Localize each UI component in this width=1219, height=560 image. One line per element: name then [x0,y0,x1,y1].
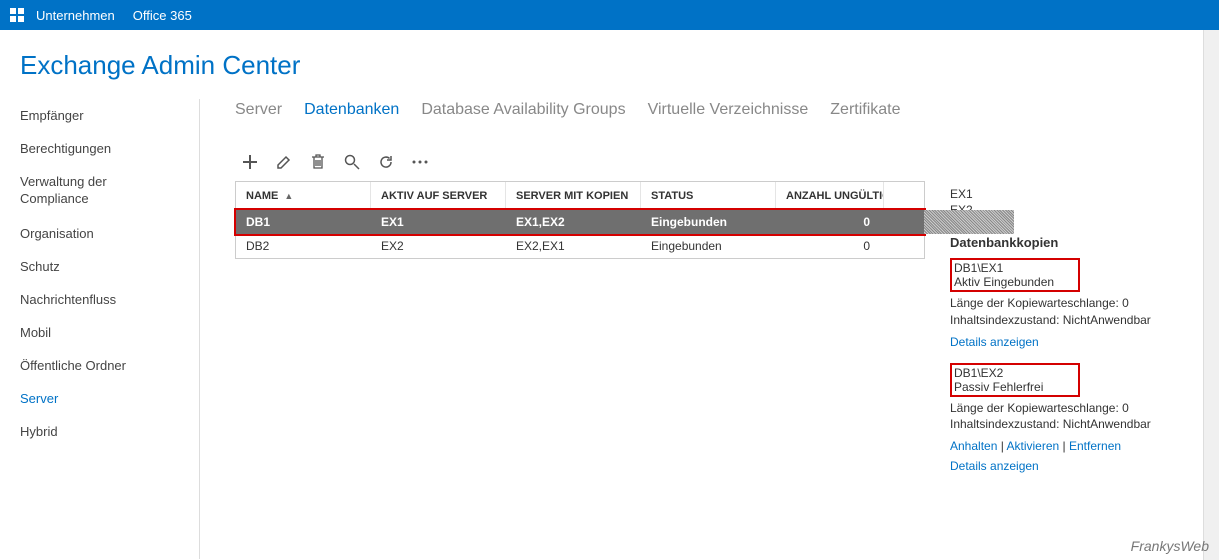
db-copy-block: DB1\EX1 Aktiv Eingebunden Länge der Kopi… [950,258,1200,349]
copy-queue: Länge der Kopiewarteschlange: 0 [950,400,1200,417]
office-logo-icon [8,6,26,24]
cell-anzahl: 0 [776,239,884,253]
sidebar-item-oeffentliche-ordner[interactable]: Öffentliche Ordner [0,349,199,382]
delete-icon[interactable] [309,153,327,171]
copy-queue: Länge der Kopiewarteschlange: 0 [950,295,1200,312]
sidebar-item-server[interactable]: Server [0,382,199,415]
copy-state: Aktiv Eingebunden [954,275,1074,289]
cell-name: DB1 [236,215,371,229]
edit-icon[interactable] [275,153,293,171]
db-copy-block: DB1\EX2 Passiv Fehlerfrei Länge der Kopi… [950,363,1200,474]
sidebar-item-mobil[interactable]: Mobil [0,316,199,349]
sidebar-item-hybrid[interactable]: Hybrid [0,415,199,448]
table-row[interactable]: DB2 EX2 EX2,EX1 Eingebunden 0 [236,234,924,258]
detail-server: EX1 [950,187,1200,201]
topnav-unternehmen[interactable]: Unternehmen [36,8,115,23]
cell-name: DB2 [236,239,371,253]
col-name[interactable]: NAME [236,182,371,209]
tab-zertifikate[interactable]: Zertifikate [830,101,900,119]
copy-state: Passiv Fehlerfrei [954,380,1074,394]
details-pane: EX1 EX2 Datenbankkopien DB1\EX1 Aktiv Ei… [950,139,1200,487]
action-anhalten[interactable]: Anhalten [950,439,997,453]
content-area: Server Datenbanken Database Availability… [200,99,1219,559]
tab-server[interactable]: Server [235,101,282,119]
cell-status: Eingebunden [641,215,776,229]
tab-virtuelle-verzeichnisse[interactable]: Virtuelle Verzeichnisse [648,101,809,119]
copy-title: DB1\EX1 [954,261,1074,275]
sidebar-item-nachrichtenfluss[interactable]: Nachrichtenfluss [0,283,199,316]
cell-aktiv: EX1 [371,215,506,229]
sidebar-item-compliance[interactable]: Verwaltung derCompliance [0,165,199,217]
col-aktiv[interactable]: AKTIV AUF SERVER [371,182,506,209]
table-area: NAME AKTIV AUF SERVER SERVER MIT KOPIEN … [235,139,925,487]
sidebar-item-organisation[interactable]: Organisation [0,217,199,250]
refresh-icon[interactable] [377,153,395,171]
copy-index: Inhaltsindexzustand: NichtAnwendbar [950,416,1200,433]
topnav-office365[interactable]: Office 365 [133,8,192,23]
tab-datenbanken[interactable]: Datenbanken [304,101,399,119]
vertical-scrollbar[interactable] [1203,30,1219,560]
grid-header: NAME AKTIV AUF SERVER SERVER MIT KOPIEN … [236,182,924,210]
cell-kopien: EX1,EX2 [506,215,641,229]
col-status[interactable]: STATUS [641,182,776,209]
more-icon[interactable] [411,153,429,171]
sidebar-item-empfaenger[interactable]: Empfänger [0,99,199,132]
tab-dag[interactable]: Database Availability Groups [421,101,625,119]
details-link[interactable]: Details anzeigen [950,335,1039,349]
search-icon[interactable] [343,153,361,171]
sidebar: Empfänger Berechtigungen Verwaltung derC… [0,99,200,559]
col-blank [884,182,924,209]
details-link[interactable]: Details anzeigen [950,459,1039,473]
cell-anzahl: 0 [776,215,884,229]
page-title: Exchange Admin Center [0,30,1219,99]
table-row[interactable]: DB1 EX1 EX1,EX2 Eingebunden 0 [236,210,924,234]
copy-title: DB1\EX2 [954,366,1074,380]
toolbar [235,139,925,181]
grid: NAME AKTIV AUF SERVER SERVER MIT KOPIEN … [235,181,925,259]
watermark: FrankysWeb [1131,538,1209,554]
cell-aktiv: EX2 [371,239,506,253]
detail-heading: Datenbankkopien [950,235,1200,250]
sidebar-item-schutz[interactable]: Schutz [0,250,199,283]
top-bar: Unternehmen Office 365 [0,0,1219,30]
action-entfernen[interactable]: Entfernen [1069,439,1121,453]
grid-body: DB1 EX1 EX1,EX2 Eingebunden 0 DB2 EX2 EX… [236,210,924,258]
cell-kopien: EX2,EX1 [506,239,641,253]
col-anzahl[interactable]: ANZAHL UNGÜLTIGER... [776,182,884,209]
action-aktivieren[interactable]: Aktivieren [1007,439,1060,453]
sidebar-item-berechtigungen[interactable]: Berechtigungen [0,132,199,165]
add-icon[interactable] [241,153,259,171]
col-kopien[interactable]: SERVER MIT KOPIEN [506,182,641,209]
tabs: Server Datenbanken Database Availability… [235,99,1209,139]
copy-index: Inhaltsindexzustand: NichtAnwendbar [950,312,1200,329]
cell-status: Eingebunden [641,239,776,253]
